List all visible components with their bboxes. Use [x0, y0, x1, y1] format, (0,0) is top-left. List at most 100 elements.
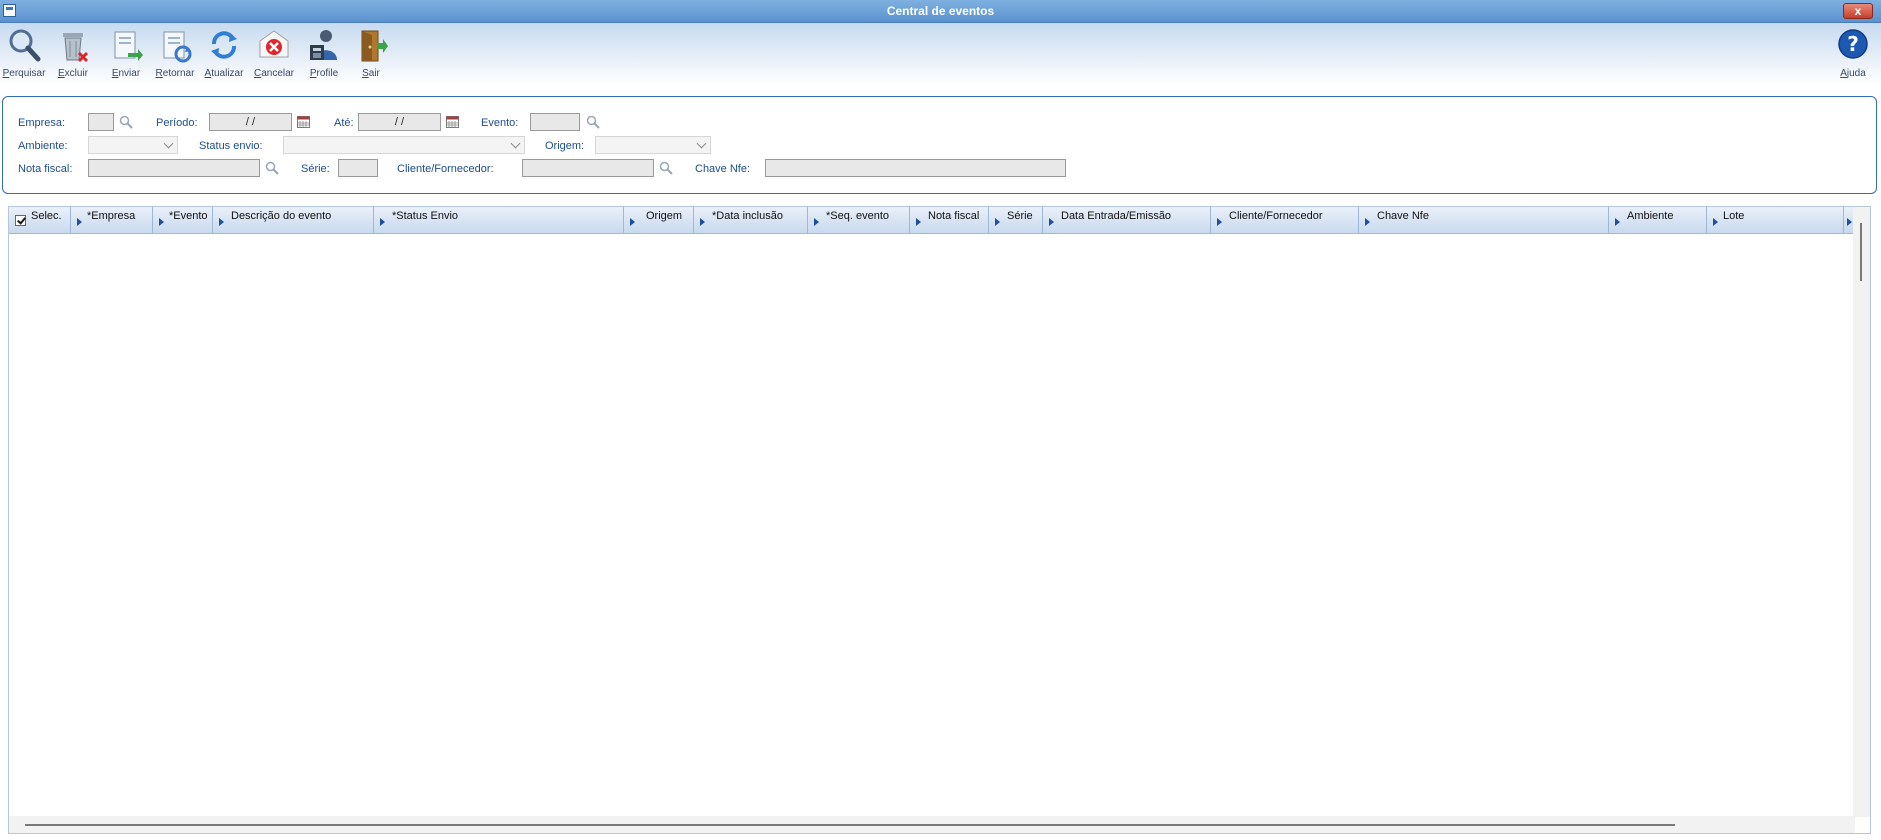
refresh-button[interactable]: Atualizar — [201, 27, 247, 79]
chave-nfe-label: Chave Nfe: — [695, 163, 751, 175]
column-sort-icon — [380, 218, 385, 226]
profile-button[interactable]: Profile — [301, 27, 347, 79]
column-sort-icon — [916, 218, 921, 226]
column-header-chave-nfe[interactable]: Chave Nfe — [1359, 207, 1609, 233]
column-sort-icon — [1217, 218, 1222, 226]
refresh-icon — [206, 27, 242, 63]
help-icon: ? — [1835, 27, 1871, 63]
column-header-data-inclusao[interactable]: *Data inclusão — [694, 207, 808, 233]
column-header-origem[interactable]: Origem — [624, 207, 694, 233]
empresa-field[interactable] — [88, 113, 114, 131]
search-button[interactable]: Perquisar — [1, 27, 47, 79]
column-header-ambiente[interactable]: Ambiente — [1609, 207, 1707, 233]
nota-fiscal-lookup-icon[interactable] — [265, 161, 279, 175]
column-header-label: Cliente/Fornecedor — [1229, 210, 1323, 222]
column-header-nota-fiscal[interactable]: Nota fiscal — [910, 207, 989, 233]
column-header-evento[interactable]: *Evento — [153, 207, 213, 233]
ambiente-select[interactable] — [88, 136, 178, 154]
ate-calendar-icon[interactable] — [446, 116, 459, 128]
search-button-label: Perquisar — [2, 68, 46, 79]
delete-button-label: Excluir — [57, 68, 88, 79]
column-header-label: Selec. — [31, 210, 62, 222]
exit-button[interactable]: Sair — [348, 27, 394, 79]
empresa-label: Empresa: — [18, 117, 66, 129]
help-button[interactable]: ? Ajuda — [1830, 27, 1876, 79]
column-header-label: Nota fiscal — [928, 210, 980, 222]
horizontal-scrollbar[interactable] — [9, 816, 1855, 833]
chevron-down-icon — [510, 138, 521, 149]
column-header-label: Lote — [1723, 210, 1745, 222]
send-document-icon — [108, 27, 144, 63]
serie-field[interactable] — [338, 159, 378, 177]
column-header-selec[interactable]: Selec. — [9, 207, 71, 233]
column-header-label: Chave Nfe — [1377, 210, 1429, 222]
profile-user-icon — [306, 27, 342, 63]
refresh-button-label: Atualizar — [204, 68, 244, 79]
column-sort-icon — [159, 218, 164, 226]
column-header-status-envio[interactable]: *Status Envio — [374, 207, 624, 233]
select-all-checkbox[interactable] — [15, 215, 26, 226]
vertical-scroll-thumb[interactable] — [1860, 223, 1862, 281]
column-header-cliente-fornecedor[interactable]: Cliente/Fornecedor — [1211, 207, 1359, 233]
grid-header: Selec. *Empresa *Evento Descrição do eve… — [9, 207, 1855, 234]
exit-door-icon — [353, 27, 389, 63]
column-sort-icon — [995, 218, 1000, 226]
nota-fiscal-field[interactable] — [88, 159, 260, 177]
column-header-empresa[interactable]: *Empresa — [71, 207, 153, 233]
svg-text:?: ? — [1847, 32, 1859, 56]
trash-can-icon — [55, 27, 91, 63]
status-envio-label: Status envio: — [199, 140, 263, 152]
chave-nfe-field[interactable] — [765, 159, 1066, 177]
return-document-icon — [157, 27, 193, 63]
column-sort-icon — [1365, 218, 1370, 226]
periodo-start-field[interactable]: / / — [209, 113, 292, 131]
empresa-lookup-icon[interactable] — [119, 115, 133, 129]
cancel-button[interactable]: Cancelar — [251, 27, 297, 79]
column-sort-icon — [219, 218, 224, 226]
column-sort-icon — [1049, 218, 1054, 226]
evento-label: Evento: — [481, 117, 519, 129]
periodo-calendar-icon[interactable] — [297, 116, 310, 128]
column-header-label: *Status Envio — [392, 210, 459, 222]
window-title: Central de eventos — [886, 4, 995, 18]
cliente-fornecedor-label: Cliente/Fornecedor: — [397, 163, 494, 175]
periodo-label: Período: — [156, 117, 198, 129]
ambiente-label: Ambiente: — [18, 140, 68, 152]
periodo-end-field[interactable]: / / — [358, 113, 441, 131]
column-header-seq-evento[interactable]: *Seq. evento — [808, 207, 910, 233]
chevron-down-icon — [696, 138, 707, 149]
events-grid[interactable]: Selec. *Empresa *Evento Descrição do eve… — [8, 206, 1871, 834]
nota-fiscal-label: Nota fiscal: — [18, 163, 73, 175]
column-header-label: Data Entrada/Emissão — [1061, 210, 1172, 222]
column-header-label: *Data inclusão — [712, 210, 783, 222]
column-header-data-entrada[interactable]: Data Entrada/Emissão — [1043, 207, 1211, 233]
serie-label: Série: — [301, 163, 330, 175]
cancel-icon — [256, 27, 292, 63]
column-header-label: Série — [1007, 210, 1033, 222]
column-header-serie[interactable]: Série — [989, 207, 1043, 233]
column-sort-icon — [630, 218, 635, 226]
filter-panel: Empresa: Período: / / Até: / / Evento: A… — [2, 96, 1877, 194]
ate-label: Até: — [334, 117, 354, 129]
horizontal-scroll-thumb[interactable] — [25, 824, 1675, 826]
exit-button-label: Sair — [362, 68, 380, 79]
origem-select[interactable] — [595, 136, 711, 154]
cancel-button-label: Cancelar — [253, 68, 295, 79]
column-sort-icon — [1713, 218, 1718, 226]
return-button-label: Retornar — [155, 68, 195, 79]
evento-field[interactable] — [530, 113, 580, 131]
close-window-button[interactable]: x — [1843, 3, 1873, 19]
send-button[interactable]: Enviar — [103, 27, 149, 79]
evento-lookup-icon[interactable] — [586, 115, 600, 129]
column-header-label: *Empresa — [87, 210, 136, 222]
column-header-lote[interactable]: Lote — [1707, 207, 1844, 233]
vertical-scrollbar[interactable] — [1853, 207, 1870, 817]
cliente-fornecedor-field[interactable] — [522, 159, 654, 177]
title-bar: Central de eventos x — [0, 0, 1881, 23]
column-sort-icon — [700, 218, 705, 226]
cliente-fornecedor-lookup-icon[interactable] — [659, 161, 673, 175]
return-button[interactable]: Retornar — [152, 27, 198, 79]
delete-button[interactable]: Excluir — [50, 27, 96, 79]
status-envio-select[interactable] — [283, 136, 525, 154]
column-header-descricao[interactable]: Descrição do evento — [213, 207, 374, 233]
